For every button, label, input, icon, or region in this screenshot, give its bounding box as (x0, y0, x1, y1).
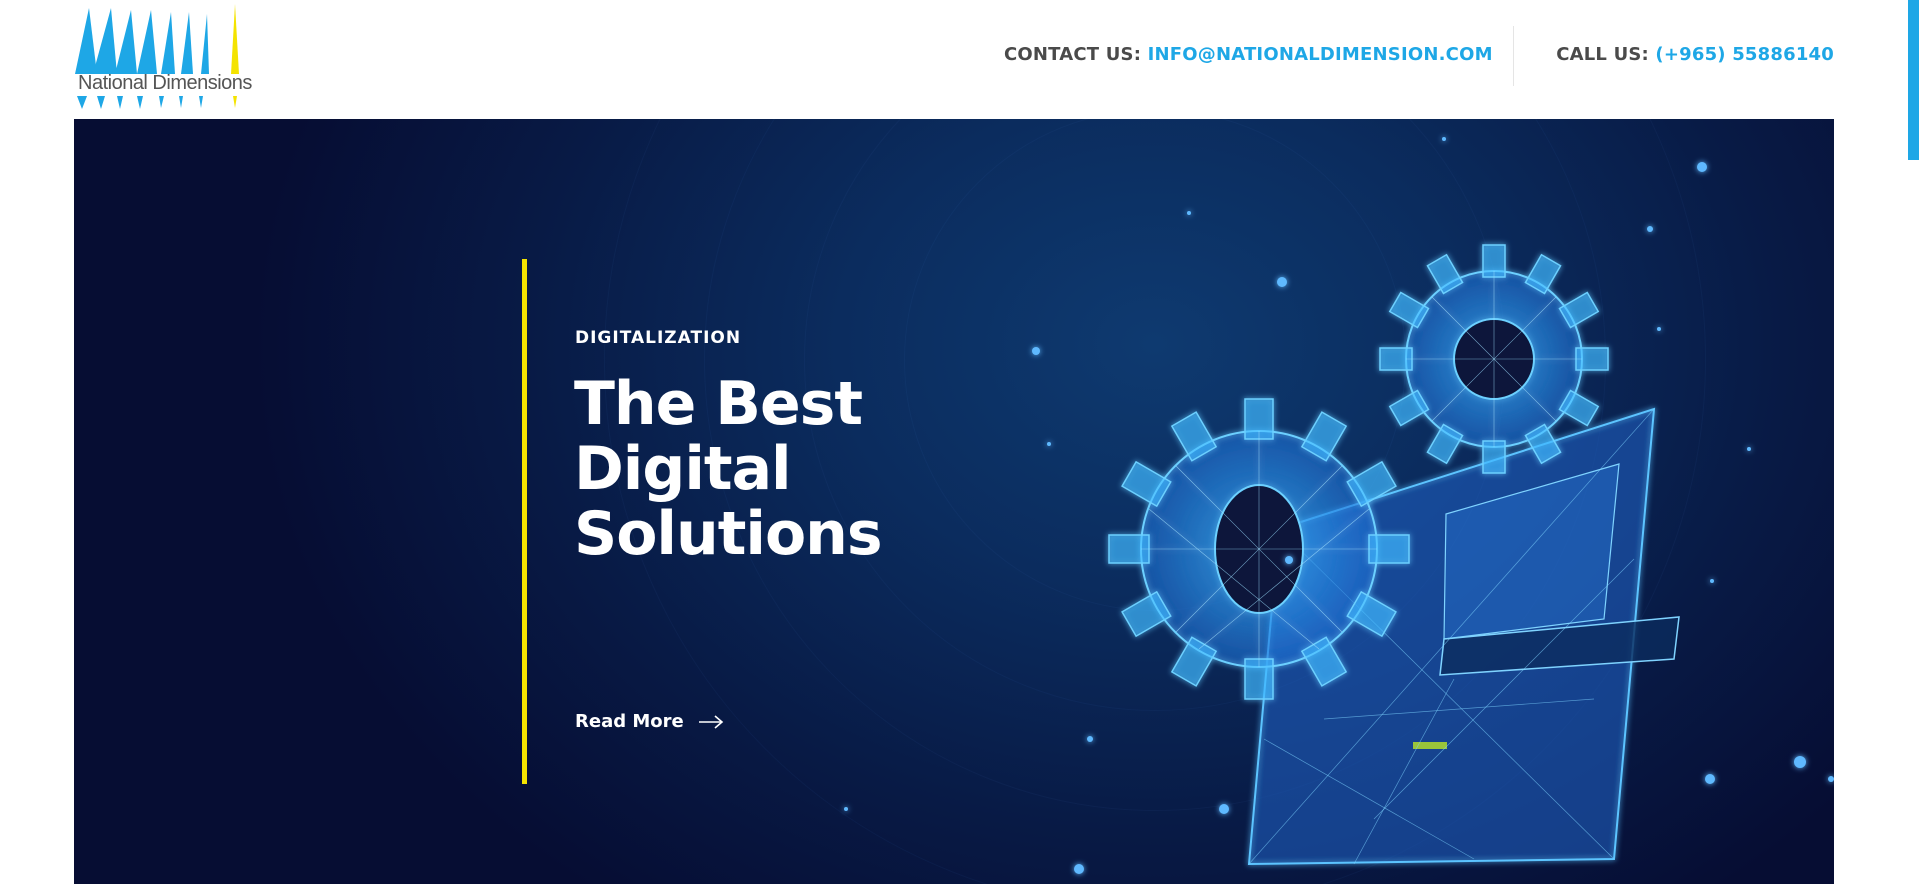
hero-headline: The Best Digital Solutions (574, 369, 883, 569)
contact-email: CONTACT US: INFO@NATIONALDIMENSION.COM (1004, 44, 1493, 65)
header-divider (1513, 26, 1514, 86)
logo-text: National Dimensions (78, 72, 252, 94)
email-link[interactable]: INFO@NATIONALDIMENSION.COM (1148, 44, 1493, 65)
read-more-button[interactable]: Read More (575, 711, 724, 732)
read-more-label: Read More (575, 711, 684, 732)
scroll-indicator[interactable] (1908, 0, 1919, 160)
accent-bar (522, 259, 527, 784)
contact-label: CONTACT US: (1004, 44, 1142, 65)
hero-slider: DIGITALIZATION The Best Digital Solution… (74, 119, 1834, 884)
hero-eyebrow: DIGITALIZATION (575, 328, 742, 348)
logo[interactable]: National Dimensions (75, 4, 255, 112)
phone-link[interactable]: (+965) 55886140 (1655, 44, 1834, 65)
contact-phone: CALL US: (+965) 55886140 (1556, 44, 1834, 65)
site-header: National Dimensions CONTACT US: INFO@NAT… (0, 0, 1919, 160)
logo-mark (75, 4, 239, 109)
arrow-right-icon (698, 714, 723, 729)
call-label: CALL US: (1556, 44, 1649, 65)
